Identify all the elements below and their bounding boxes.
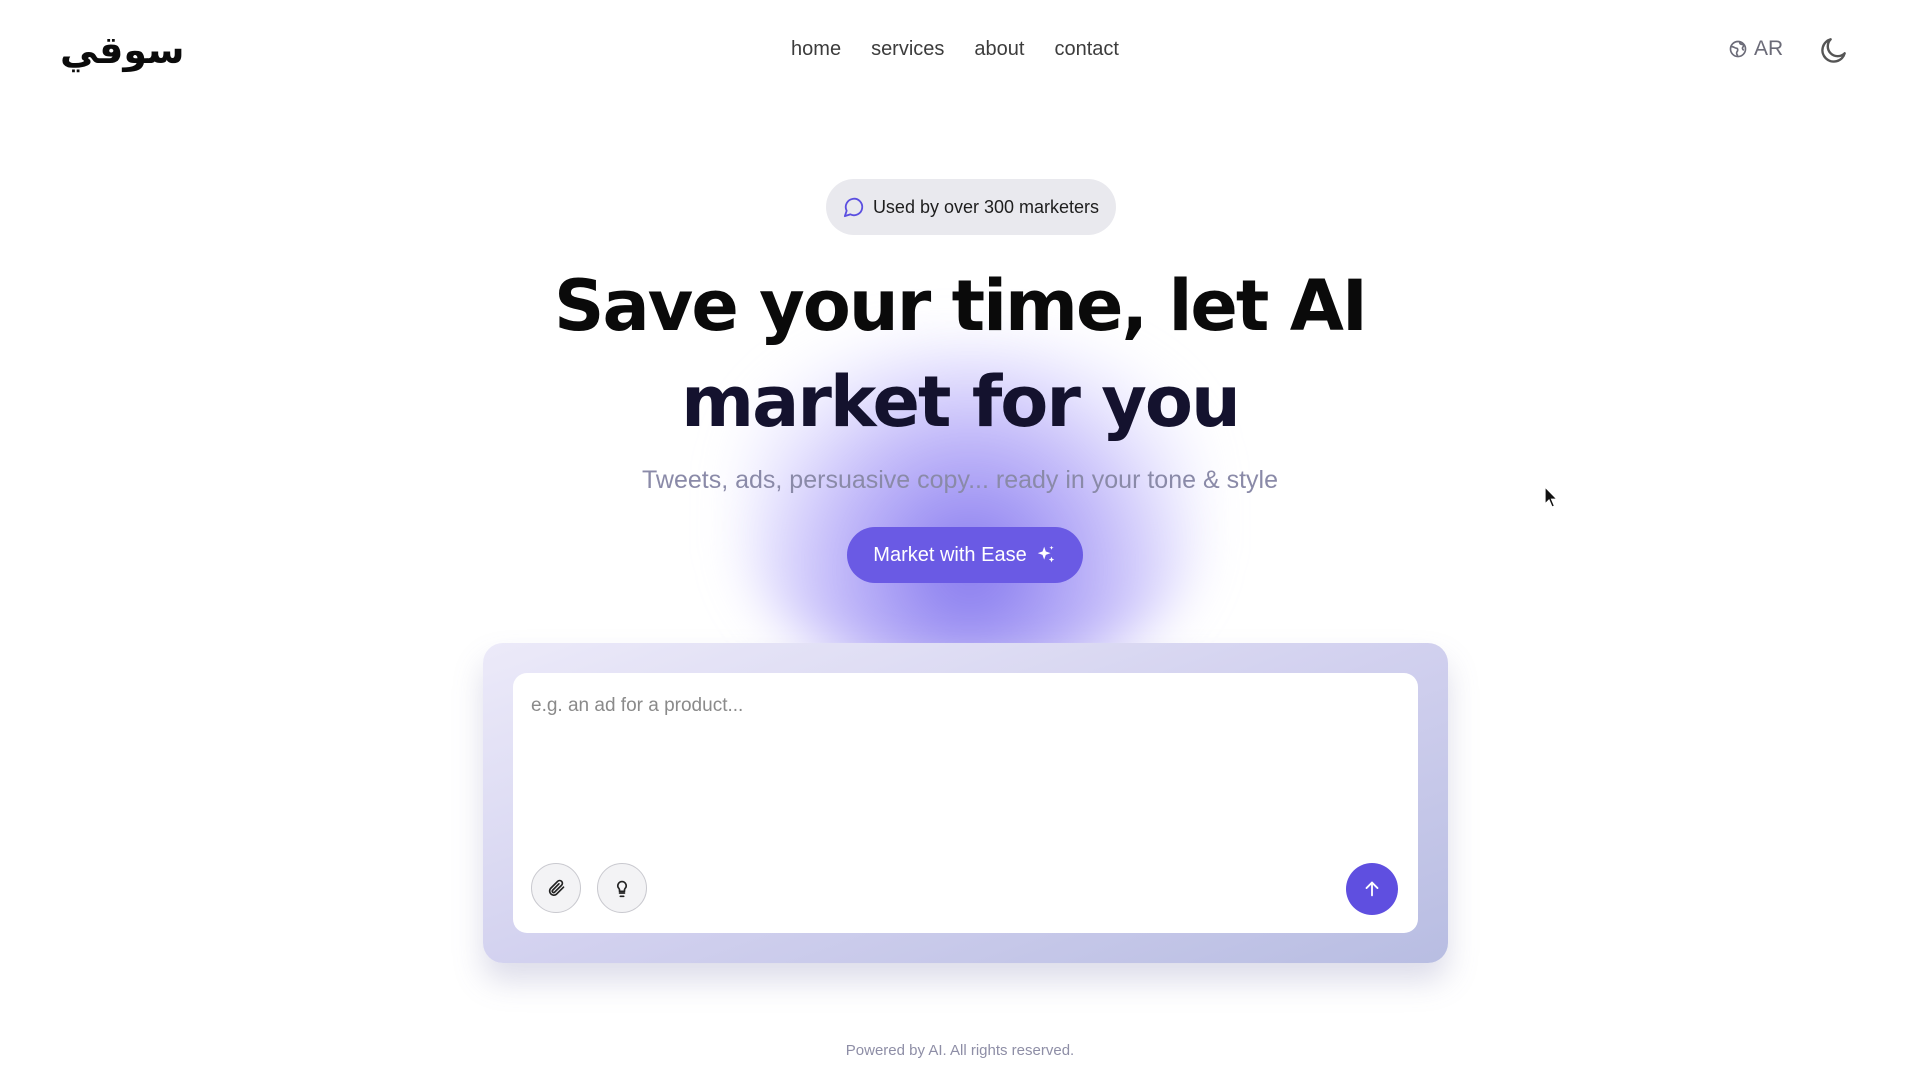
language-label: AR — [1754, 37, 1784, 60]
paperclip-icon — [548, 879, 565, 896]
chat-bubble-icon — [843, 197, 864, 218]
sparkles-icon — [1037, 545, 1054, 563]
mouse-cursor-icon — [1544, 486, 1559, 508]
market-with-ease-button[interactable]: Market with Ease — [847, 527, 1083, 583]
send-button[interactable] — [1346, 863, 1398, 915]
nav-home[interactable]: home — [791, 36, 841, 62]
cta-label: Market with Ease — [873, 543, 1027, 566]
language-switcher[interactable]: AR — [1728, 36, 1783, 62]
idea-button[interactable] — [597, 863, 647, 913]
hero-headline: Save your time, let AI market for you — [0, 258, 1920, 450]
header: سوقي home services about contact AR — [0, 0, 1920, 100]
composer-panel — [483, 643, 1448, 963]
prompt-input[interactable] — [531, 695, 1391, 845]
landing-page: سوقي home services about contact AR Used — [0, 0, 1920, 1080]
footer-text: Powered by AI. All rights reserved. — [845, 1042, 1075, 1059]
main-nav: home services about contact — [0, 36, 1920, 62]
usage-badge: Used by over 300 marketers — [826, 179, 1116, 235]
globe-icon — [1729, 40, 1747, 58]
lightbulb-icon — [617, 880, 627, 898]
attach-button[interactable] — [531, 863, 581, 913]
badge-text: Used by over 300 marketers — [872, 196, 1100, 217]
nav-about[interactable]: about — [974, 36, 1024, 62]
nav-services[interactable]: services — [871, 36, 944, 62]
arrow-up-icon — [1365, 881, 1379, 897]
nav-contact[interactable]: contact — [1054, 36, 1118, 62]
theme-toggle[interactable] — [1818, 34, 1850, 66]
headline-line-1: Save your time, let AI — [554, 265, 1368, 347]
hero-subtitle: Tweets, ads, persuasive copy... ready in… — [642, 466, 1278, 494]
composer-box — [513, 673, 1418, 933]
moon-icon — [1821, 38, 1846, 63]
headline-line-2: market for you — [681, 361, 1241, 443]
